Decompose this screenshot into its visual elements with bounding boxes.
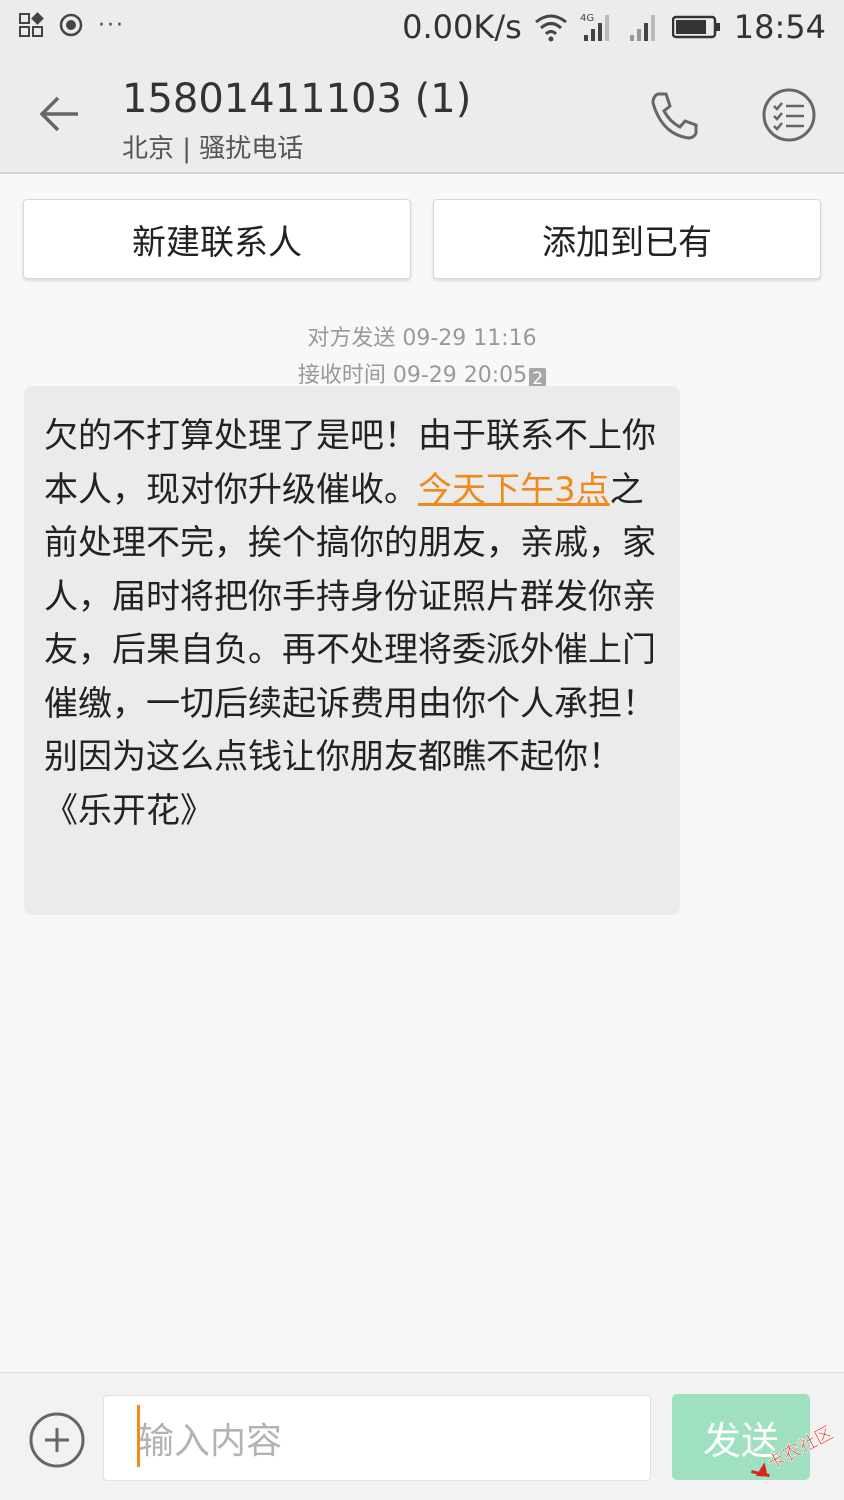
- message-time-link[interactable]: 今天下午3点: [418, 470, 610, 510]
- clock: 18:54: [733, 8, 826, 46]
- menu-list-icon[interactable]: [760, 86, 818, 144]
- composer-bar: 输入内容 发送: [0, 1372, 844, 1500]
- received-timestamp: 接收时间 09-29 20:05: [297, 363, 528, 388]
- signal-icon: [629, 15, 655, 41]
- record-icon: [59, 13, 83, 37]
- signal-4g-icon: 4G: [580, 13, 609, 41]
- message-text-after: 之前处理不完，挨个搞你的朋友，亲戚，家人，届时将把你手持身份证照片群发你亲友，后…: [44, 469, 656, 831]
- phone-call-icon[interactable]: [644, 86, 704, 146]
- status-bar: ··· 0.00K/s 4G 18:54: [0, 0, 844, 56]
- message-bubble[interactable]: 欠的不打算处理了是吧！由于联系不上你本人，现对你升级催收。今天下午3点之前处理不…: [24, 386, 680, 915]
- contact-number: 15801411103 (1): [122, 76, 472, 122]
- network-badge: 4G: [580, 13, 594, 24]
- message-text: 欠的不打算处理了是吧！由于联系不上你本人，现对你升级催收。今天下午3点之前处理不…: [44, 410, 660, 838]
- back-arrow-icon[interactable]: [36, 90, 84, 138]
- add-to-existing-button[interactable]: 添加到已有: [433, 199, 821, 279]
- net-speed: 0.00K/s: [402, 8, 522, 46]
- battery-icon: [671, 15, 720, 39]
- message-input[interactable]: 输入内容: [103, 1395, 651, 1481]
- message-input-placeholder: 输入内容: [138, 1421, 283, 1462]
- more-notifications-dots: ···: [98, 12, 125, 38]
- new-contact-button[interactable]: 新建联系人: [23, 199, 411, 279]
- status-bar-left: ···: [18, 12, 125, 38]
- conversation-header: 15801411103 (1) 北京 | 骚扰电话: [0, 56, 844, 174]
- sent-timestamp: 对方发送 09-29 11:16: [307, 326, 537, 351]
- notification-grid-icon: [19, 12, 44, 37]
- watermark-text: 卡农社区: [764, 1422, 837, 1474]
- wifi-icon: [534, 14, 567, 42]
- text-caret: [137, 1405, 140, 1467]
- watermark-logo: 卡农社区: [751, 1422, 837, 1478]
- contact-location-tag: 北京 | 骚扰电话: [122, 134, 304, 164]
- add-circle-icon[interactable]: [28, 1411, 86, 1469]
- status-bar-right: 0.00K/s 4G 18:54: [402, 8, 826, 46]
